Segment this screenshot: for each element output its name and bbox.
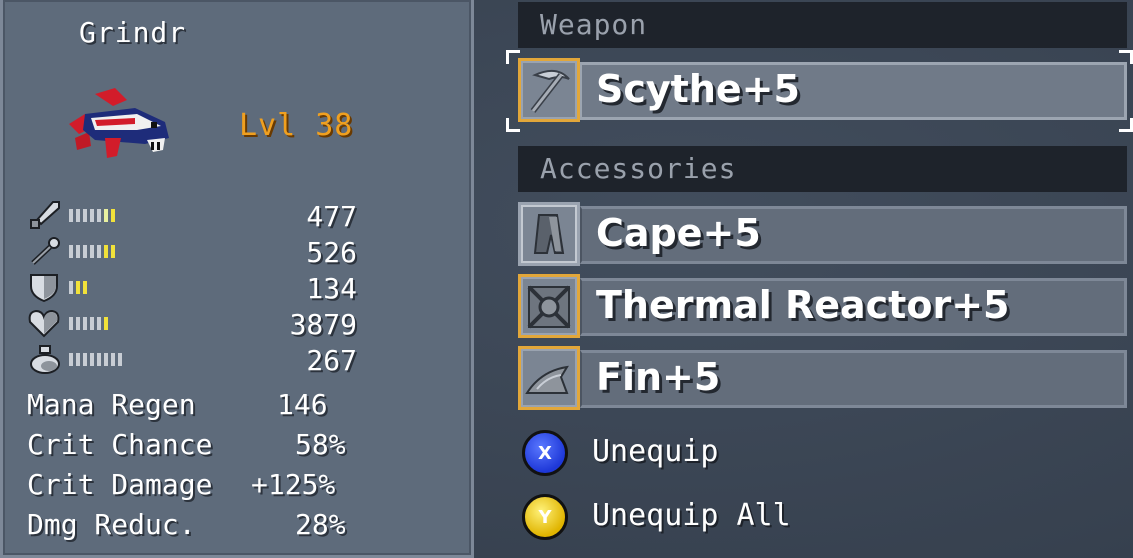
stat-pip: [104, 245, 108, 258]
secondary-stat-row: Dmg Reduc. 28%: [27, 508, 369, 544]
accessory-icon-box: [518, 202, 580, 266]
unequip-action[interactable]: X Unequip: [522, 430, 922, 478]
stat-pip: [90, 209, 94, 222]
stat-row-defense: 134: [27, 272, 357, 305]
stat-bars: [69, 245, 115, 259]
mana-regen-label: Mana Regen: [27, 388, 196, 421]
selection-corner: [1119, 50, 1133, 64]
secondary-stat-row: Crit Chance 58%: [27, 428, 369, 464]
crit-chance-label: Crit Chance: [27, 428, 213, 461]
stat-pip: [69, 209, 73, 222]
accessory-name: Thermal Reactor+5: [596, 283, 1010, 327]
stat-pip: [111, 245, 115, 258]
stat-pip: [97, 245, 101, 258]
stat-pip: [104, 353, 108, 366]
stat-pip: [83, 281, 87, 294]
unequip-label: Unequip: [592, 434, 719, 469]
stat-bars: [69, 353, 122, 367]
stat-value-attack: 477: [306, 200, 357, 233]
stat-pip: [83, 353, 87, 366]
fin-icon: [525, 365, 569, 394]
accessory-icon-box: [518, 274, 580, 338]
dmg-reduc-value: 28%: [295, 508, 346, 541]
stat-pip: [76, 209, 80, 222]
y-button-icon[interactable]: Y: [522, 494, 568, 540]
wand-icon: [31, 237, 60, 265]
stat-pip: [83, 209, 87, 222]
stat-pip: [69, 245, 73, 258]
stat-value-magic: 526: [306, 236, 357, 269]
accessory-name: Fin+5: [596, 355, 721, 399]
accessory-name: Cape+5: [596, 211, 761, 255]
dmg-reduc-label: Dmg Reduc.: [27, 508, 196, 541]
weapon-name: Scythe+5: [596, 67, 800, 111]
stat-value-defense: 134: [306, 272, 357, 305]
stat-row-health: 3879: [27, 308, 357, 341]
selection-corner: [506, 50, 520, 64]
character-stats-panel: Grindr Lvl 38 477 526 134 3879 267 Mana …: [0, 0, 474, 558]
x-button-icon[interactable]: X: [522, 430, 568, 476]
stat-pip: [111, 353, 115, 366]
accessory-slot-thermal-reactor[interactable]: Thermal Reactor+5: [518, 274, 1127, 338]
stat-pip: [90, 245, 94, 258]
stat-pip: [97, 317, 101, 330]
unequip-all-action[interactable]: Y Unequip All: [522, 494, 922, 542]
stat-value-mana: 267: [306, 344, 357, 377]
shield-icon: [30, 274, 58, 302]
weapon-icon-box: [518, 58, 580, 122]
stat-pip: [111, 209, 115, 222]
stat-row-magic: 526: [27, 236, 357, 269]
stat-pip: [69, 317, 73, 330]
stat-pip: [83, 245, 87, 258]
stat-row-mana: 267: [27, 344, 357, 377]
cape-icon: [533, 214, 565, 254]
stat-pip: [104, 317, 108, 330]
accessories-section-header: Accessories: [518, 146, 1127, 192]
accessory-icon-box: [518, 346, 580, 410]
mana-flask-icon: [30, 345, 60, 374]
stat-pip: [118, 353, 122, 366]
stat-pip: [76, 353, 80, 366]
secondary-stat-row: Mana Regen 146: [27, 388, 369, 424]
stat-pip: [83, 317, 87, 330]
stat-bars: [69, 281, 87, 295]
character-level: Lvl 38: [239, 108, 354, 143]
selection-corner: [1119, 118, 1133, 132]
crit-damage-value: +125%: [251, 468, 336, 501]
selection-corner: [506, 118, 520, 132]
stat-pip: [97, 353, 101, 366]
stat-pip: [69, 353, 73, 366]
accessory-slot-fin[interactable]: Fin+5: [518, 346, 1127, 410]
stat-pip: [104, 209, 108, 222]
stat-bars: [69, 317, 108, 331]
stat-bars: [69, 209, 115, 223]
character-name: Grindr: [79, 16, 187, 49]
mana-regen-value: 146: [277, 388, 328, 421]
stat-pip: [76, 281, 80, 294]
stat-pip: [90, 317, 94, 330]
stat-pip: [76, 317, 80, 330]
weapon-slot[interactable]: Scythe+5: [506, 50, 1133, 132]
accessory-slot-cape[interactable]: Cape+5: [518, 202, 1127, 266]
secondary-stat-row: Crit Damage +125%: [27, 468, 369, 504]
stat-pip: [90, 353, 94, 366]
weapon-section-header: Weapon: [518, 2, 1127, 48]
stat-value-health: 3879: [289, 308, 357, 341]
stat-pip: [76, 245, 80, 258]
scythe-icon: [530, 69, 570, 113]
stat-pip: [69, 281, 73, 294]
sword-icon: [30, 201, 60, 229]
unequip-all-label: Unequip All: [592, 498, 791, 533]
crit-chance-value: 58%: [295, 428, 346, 461]
stat-pip: [97, 209, 101, 222]
character-portrait: [69, 88, 169, 158]
crit-damage-label: Crit Damage: [27, 468, 213, 501]
reactor-icon: [527, 285, 571, 329]
stat-row-attack: 477: [27, 200, 357, 233]
heart-icon: [28, 309, 60, 338]
